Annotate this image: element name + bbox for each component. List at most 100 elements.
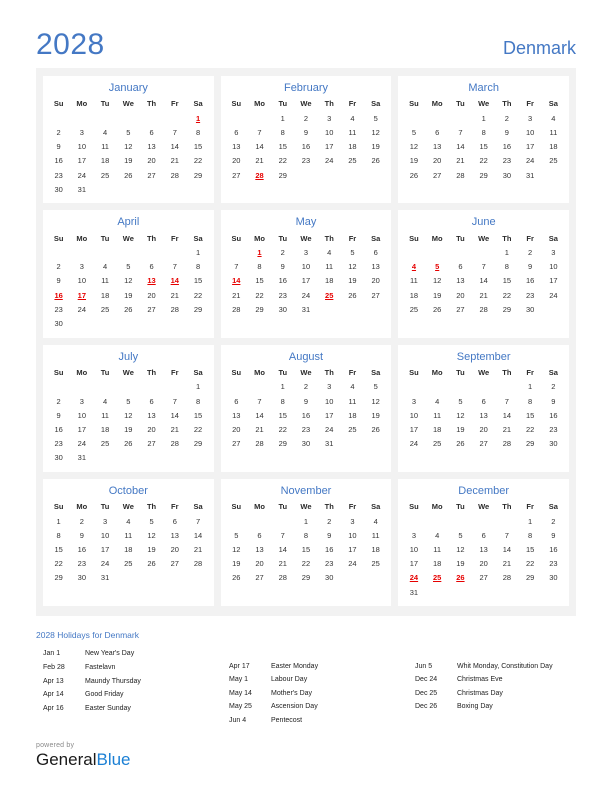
day-cell: 20 <box>232 424 241 434</box>
weekday-header-fr: Fr <box>348 367 357 377</box>
day-cell: 22 <box>54 559 63 569</box>
day-cell-empty <box>163 182 186 196</box>
weekday-header-sa: Sa <box>371 502 381 512</box>
week-row: 11 12 13 14 15 16 17 <box>402 274 565 288</box>
holiday-legend-row: Feb 28 Fastelavn <box>43 664 229 672</box>
weekday-header-th: Th <box>502 233 512 243</box>
day-cell: 14 <box>170 410 179 420</box>
weekday-header-row: Su Mo Tu We Th Fr Sa <box>225 502 388 514</box>
holiday-legend-row: Dec 26 Boxing Day <box>415 703 576 711</box>
weekday-header-fr: Fr <box>171 367 179 377</box>
day-cell: 5 <box>411 127 417 137</box>
day-cell-holiday: 26 <box>456 573 465 583</box>
weekday-header-su: Su <box>409 367 419 377</box>
week-row: 2 3 4 5 6 7 8 <box>47 125 210 139</box>
day-cell: 7 <box>172 396 177 406</box>
day-cell-empty <box>117 451 140 465</box>
day-cell: 6 <box>373 248 378 258</box>
day-cell: 18 <box>348 142 357 152</box>
day-cell-holiday: 13 <box>147 276 156 286</box>
day-cell-empty <box>163 451 186 465</box>
week-row: 13 14 15 16 17 18 19 <box>225 408 388 422</box>
day-cell: 2 <box>504 113 509 123</box>
day-cell: 26 <box>348 290 357 300</box>
week-row: 24 25 26 27 28 29 30 <box>402 437 565 451</box>
week-row: 26 27 28 29 30 31 <box>402 168 565 182</box>
holiday-name: Ascension Day <box>271 703 318 711</box>
day-cell-empty <box>225 111 248 125</box>
day-cell: 21 <box>170 156 179 166</box>
holidays-legend-title: 2028 Holidays for Denmark <box>36 630 139 641</box>
week-row: 9 10 11 12 13 14 15 <box>47 408 210 422</box>
day-cell-empty <box>472 514 495 528</box>
day-cell: 22 <box>525 424 535 434</box>
day-cell: 8 <box>195 127 201 137</box>
day-cell: 29 <box>193 304 203 314</box>
weekday-header-su: Su <box>231 99 242 109</box>
day-cell: 22 <box>525 559 535 569</box>
day-cell: 17 <box>325 410 334 420</box>
day-cell: 21 <box>502 559 512 569</box>
weekday-header-mo: Mo <box>431 233 443 243</box>
weekday-header-mo: Mo <box>431 367 443 377</box>
holiday-date: Feb 28 <box>43 664 65 672</box>
holiday-legend-row: Apr 16 Easter Sunday <box>43 705 229 713</box>
day-cell: 12 <box>147 530 156 540</box>
day-cell: 23 <box>77 559 87 569</box>
day-cell-empty <box>117 246 140 260</box>
week-row: 17 18 19 20 21 22 23 <box>402 422 565 436</box>
day-cell: 28 <box>255 439 264 449</box>
day-cell-empty <box>341 571 364 585</box>
week-row: 27 28 29 30 31 <box>225 437 388 451</box>
week-row: 19 20 21 22 23 24 25 <box>402 154 565 168</box>
day-cell: 27 <box>170 559 179 569</box>
week-row: 3 4 5 6 7 8 9 <box>402 528 565 542</box>
day-cell: 26 <box>124 170 133 180</box>
day-cell-empty <box>248 514 271 528</box>
day-cell: 13 <box>170 530 179 540</box>
day-cell: 24 <box>77 304 87 314</box>
day-cell: 1 <box>528 516 533 526</box>
weekday-header-su: Su <box>409 502 419 512</box>
day-cell-empty <box>140 246 163 260</box>
week-row: 30 31 <box>47 451 210 465</box>
day-cell: 12 <box>232 545 241 555</box>
day-cell: 14 <box>193 530 203 540</box>
weekday-header-tu: Tu <box>100 502 110 512</box>
month-grid: Su Mo Tu We Th Fr Sa 1 2 3 4 5 6 7 8 9 10 11 12 13 14 15 16 17 1… <box>47 368 210 465</box>
holiday-legend-row: Jan 1 New Year's Day <box>43 650 229 658</box>
day-cell-empty <box>248 111 271 125</box>
day-cell: 15 <box>502 276 512 286</box>
day-cell: 29 <box>278 170 287 180</box>
day-cell: 6 <box>458 262 463 272</box>
month-grid: Su Mo Tu We Th Fr Sa 1 2 3 4 5 6 7 8 9 10 11 12 13 14 15 16 17 1… <box>225 502 388 585</box>
weekday-header-we: We <box>478 502 490 512</box>
holiday-legend-row: Apr 13 Maundy Thursday <box>43 678 229 686</box>
day-cell: 13 <box>456 276 465 286</box>
week-row: 22 23 24 25 26 27 28 <box>47 557 210 571</box>
day-cell: 16 <box>549 410 558 420</box>
day-cell: 15 <box>525 545 535 555</box>
month-name: July <box>118 350 139 363</box>
day-cell: 1 <box>481 113 486 123</box>
day-cell: 2 <box>551 516 556 526</box>
day-cell: 9 <box>56 276 61 286</box>
day-cell: 14 <box>502 410 512 420</box>
week-row: 21 22 23 24 25 26 27 <box>225 288 388 302</box>
day-cell: 10 <box>100 530 110 540</box>
day-cell: 29 <box>193 170 203 180</box>
day-cell: 26 <box>371 424 380 434</box>
holiday-date: May 14 <box>229 689 252 697</box>
holiday-date: Dec 24 <box>415 676 438 684</box>
day-cell: 20 <box>371 276 380 286</box>
day-cell: 2 <box>528 248 533 258</box>
weekday-header-tu: Tu <box>100 99 110 109</box>
weekday-header-su: Su <box>409 99 419 109</box>
day-cell: 4 <box>350 382 355 392</box>
day-cell: 5 <box>126 127 131 137</box>
day-cell: 8 <box>528 530 533 540</box>
day-cell: 18 <box>348 410 357 420</box>
day-cell: 27 <box>147 170 156 180</box>
day-cell: 28 <box>278 573 287 583</box>
day-cell: 2 <box>327 516 332 526</box>
